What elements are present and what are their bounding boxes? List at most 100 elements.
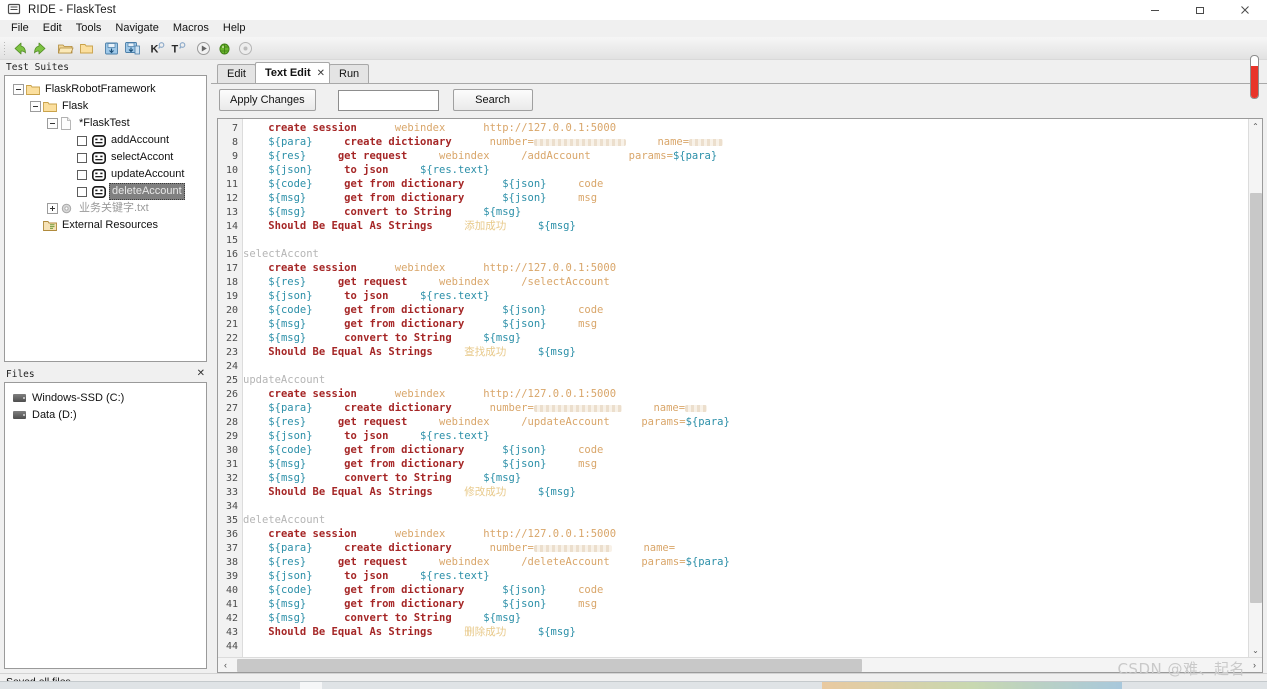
- code-line[interactable]: 27 ${para} create dictionary number= nam…: [218, 401, 1248, 415]
- menu-item-edit[interactable]: Edit: [36, 20, 69, 37]
- scroll-right-icon[interactable]: ›: [1247, 658, 1262, 673]
- menu-item-help[interactable]: Help: [216, 20, 253, 37]
- code-line[interactable]: 14 Should Be Equal As Strings 添加成功 ${msg…: [218, 219, 1248, 233]
- code-line[interactable]: 12 ${msg} get from dictionary ${json} ms…: [218, 191, 1248, 205]
- tree-item-external-resources[interactable]: External Resources: [5, 217, 206, 234]
- tree-item-flaskrobotframework[interactable]: FlaskRobotFramework: [5, 81, 206, 98]
- code-line[interactable]: 13 ${msg} convert to String ${msg}: [218, 205, 1248, 219]
- search-keyword-icon[interactable]: K: [147, 38, 168, 59]
- editor-horizontal-scrollbar[interactable]: ‹ ›: [218, 657, 1262, 672]
- open-folder-icon[interactable]: [55, 38, 76, 59]
- code-line[interactable]: 35 deleteAccount: [218, 513, 1248, 527]
- back-icon[interactable]: [9, 38, 30, 59]
- file-item[interactable]: Windows-SSD (C:): [5, 389, 206, 406]
- debug-icon[interactable]: [214, 38, 235, 59]
- tree-item-deleteaccount[interactable]: deleteAccount: [5, 183, 206, 200]
- tab-close-icon[interactable]: ✕: [317, 68, 325, 79]
- search-tests-icon[interactable]: T: [168, 38, 189, 59]
- code-line[interactable]: 15: [218, 233, 1248, 247]
- collapse-icon[interactable]: [47, 118, 58, 129]
- tab-text-edit[interactable]: Text Edit ✕: [254, 62, 330, 83]
- code-line[interactable]: 28 ${res} get request webindex /updateAc…: [218, 415, 1248, 429]
- code-content[interactable]: 7 create session webindex http://127.0.0…: [218, 119, 1248, 653]
- tree-item-checkbox[interactable]: [77, 135, 87, 146]
- code-line[interactable]: 42 ${msg} convert to String ${msg}: [218, 611, 1248, 625]
- code-line[interactable]: 23 Should Be Equal As Strings 查找成功 ${msg…: [218, 345, 1248, 359]
- code-line[interactable]: 41 ${msg} get from dictionary ${json} ms…: [218, 597, 1248, 611]
- code-line[interactable]: 32 ${msg} convert to String ${msg}: [218, 471, 1248, 485]
- code-line[interactable]: 37 ${para} create dictionary number= nam…: [218, 541, 1248, 555]
- code-line[interactable]: 20 ${code} get from dictionary ${json} c…: [218, 303, 1248, 317]
- horizontal-scroll-track[interactable]: [233, 658, 1247, 673]
- code-surface[interactable]: 7 create session webindex http://127.0.0…: [218, 119, 1248, 657]
- stop-icon[interactable]: [235, 38, 256, 59]
- menu-item-file[interactable]: File: [4, 20, 36, 37]
- menu-item-navigate[interactable]: Navigate: [108, 20, 165, 37]
- code-line[interactable]: 43 Should Be Equal As Strings 删除成功 ${msg…: [218, 625, 1248, 639]
- search-input[interactable]: [337, 89, 439, 111]
- code-line[interactable]: 31 ${msg} get from dictionary ${json} ms…: [218, 457, 1248, 471]
- save-all-icon[interactable]: [122, 38, 143, 59]
- expand-icon[interactable]: [47, 203, 58, 214]
- save-icon[interactable]: [101, 38, 122, 59]
- tree-item-txt[interactable]: 业务关键字.txt: [5, 200, 206, 217]
- tab-run[interactable]: Run: [329, 64, 370, 83]
- run-icon[interactable]: [193, 38, 214, 59]
- tree-item-selectaccont[interactable]: selectAccont: [5, 149, 206, 166]
- toolbar-grip[interactable]: [2, 39, 7, 57]
- test-suites-tree[interactable]: FlaskRobotFramework Flask *FlaskTest addAcc…: [4, 75, 207, 362]
- file-item[interactable]: Data (D:): [5, 406, 206, 423]
- tree-item-addaccount[interactable]: addAccount: [5, 132, 206, 149]
- vertical-scroll-track[interactable]: [1249, 133, 1263, 643]
- tree-item-checkbox[interactable]: [77, 186, 87, 197]
- editor-vertical-scrollbar[interactable]: ⌃ ⌄: [1248, 119, 1262, 657]
- search-button[interactable]: Search: [452, 89, 533, 111]
- code-line[interactable]: 9 ${res} get request webindex /addAccoun…: [218, 149, 1248, 163]
- code-line[interactable]: 26 create session webindex http://127.0.…: [218, 387, 1248, 401]
- code-line[interactable]: 7 create session webindex http://127.0.0…: [218, 121, 1248, 135]
- code-line[interactable]: 11 ${code} get from dictionary ${json} c…: [218, 177, 1248, 191]
- minimize-button[interactable]: [1132, 0, 1177, 20]
- close-icon[interactable]: ✕: [197, 369, 205, 379]
- code-line[interactable]: 33 Should Be Equal As Strings 修改成功 ${msg…: [218, 485, 1248, 499]
- maximize-button[interactable]: [1177, 0, 1222, 20]
- code-line[interactable]: 44: [218, 639, 1248, 653]
- scroll-up-icon[interactable]: ⌃: [1249, 119, 1263, 133]
- code-line[interactable]: 18 ${res} get request webindex /selectAc…: [218, 275, 1248, 289]
- code-line[interactable]: 8 ${para} create dictionary number= name…: [218, 135, 1248, 149]
- forward-icon[interactable]: [30, 38, 51, 59]
- code-line[interactable]: 40 ${code} get from dictionary ${json} c…: [218, 583, 1248, 597]
- code-line[interactable]: 10 ${json} to json ${res.text}: [218, 163, 1248, 177]
- code-line[interactable]: 38 ${res} get request webindex /deleteAc…: [218, 555, 1248, 569]
- code-line[interactable]: 25 updateAccount: [218, 373, 1248, 387]
- files-tree[interactable]: Windows-SSD (C:) Data (D:): [4, 382, 207, 669]
- scroll-down-icon[interactable]: ⌄: [1249, 643, 1263, 657]
- code-line[interactable]: 36 create session webindex http://127.0.…: [218, 527, 1248, 541]
- code-line[interactable]: 30 ${code} get from dictionary ${json} c…: [218, 443, 1248, 457]
- tree-item-checkbox[interactable]: [77, 169, 87, 180]
- code-line[interactable]: 19 ${json} to json ${res.text}: [218, 289, 1248, 303]
- close-button[interactable]: [1222, 0, 1267, 20]
- code-line[interactable]: 29 ${json} to json ${res.text}: [218, 429, 1248, 443]
- vertical-scroll-thumb[interactable]: [1249, 193, 1262, 603]
- tree-item-checkbox[interactable]: [77, 152, 87, 163]
- menu-item-tools[interactable]: Tools: [69, 20, 109, 37]
- collapse-icon[interactable]: [30, 101, 41, 112]
- tree-item-updateaccount[interactable]: updateAccount: [5, 166, 206, 183]
- tree-item-flask[interactable]: Flask: [5, 98, 206, 115]
- scroll-left-icon[interactable]: ‹: [218, 658, 233, 673]
- tab-edit[interactable]: Edit: [217, 64, 256, 83]
- apply-changes-button[interactable]: Apply Changes: [219, 89, 316, 111]
- code-line[interactable]: 17 create session webindex http://127.0.…: [218, 261, 1248, 275]
- horizontal-scroll-thumb[interactable]: [237, 658, 862, 672]
- code-line[interactable]: 24: [218, 359, 1248, 373]
- menu-item-macros[interactable]: Macros: [166, 20, 216, 37]
- collapse-icon[interactable]: [13, 84, 24, 95]
- tree-item-flasktest[interactable]: *FlaskTest: [5, 115, 206, 132]
- code-line[interactable]: 34: [218, 499, 1248, 513]
- code-line[interactable]: 22 ${msg} convert to String ${msg}: [218, 331, 1248, 345]
- code-line[interactable]: 21 ${msg} get from dictionary ${json} ms…: [218, 317, 1248, 331]
- code-line[interactable]: 39 ${json} to json ${res.text}: [218, 569, 1248, 583]
- code-line[interactable]: 16 selectAccont: [218, 247, 1248, 261]
- new-folder-icon[interactable]: [76, 38, 97, 59]
